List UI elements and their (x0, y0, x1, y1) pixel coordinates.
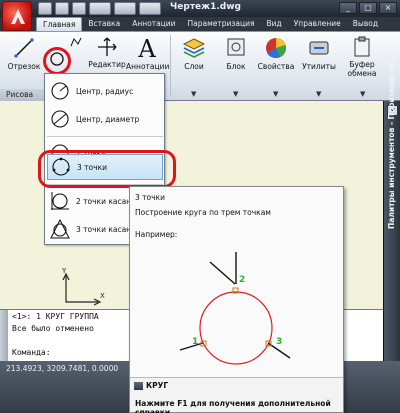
circle-center-radius-icon (51, 82, 69, 100)
menu-item-label: Центр, радиус (76, 86, 134, 96)
tooltip-command-name: КРУГ (146, 381, 169, 390)
circle-tool-highlight (43, 47, 71, 75)
utilities-dropdown-icon[interactable]: ▼ (316, 90, 321, 98)
block-label: Блок (226, 62, 246, 71)
utilities-icon (309, 41, 329, 55)
open-icon[interactable] (55, 2, 69, 15)
circle-center-diameter-icon (51, 110, 69, 128)
tab-parametric[interactable]: Параметризация (182, 17, 261, 31)
tooltip-example-label: Например: (135, 230, 178, 239)
tab-view[interactable]: Вид (261, 17, 288, 31)
menu-item-center-radius[interactable]: Центр, радиус (47, 78, 163, 104)
minimize-button[interactable]: _ (339, 2, 357, 14)
circle-2-tangents-icon (51, 192, 69, 210)
clipboard-button[interactable]: Буфер обмена (340, 36, 384, 78)
window-controls: _ □ × (339, 2, 397, 14)
ribbon-separator (170, 35, 171, 97)
edit-button[interactable]: Редактир (88, 36, 126, 69)
command-line-grip[interactable] (0, 310, 8, 362)
layers-icon (182, 38, 206, 58)
clipboard-label-line1: Буфер (349, 60, 375, 69)
line-icon (14, 38, 34, 58)
command-prompt[interactable]: Команда: (12, 348, 51, 357)
text-a-icon: A (138, 35, 156, 63)
color-wheel-icon (266, 38, 286, 58)
utilities-button[interactable]: Утилиты (300, 36, 338, 71)
redo-icon[interactable] (114, 2, 136, 15)
three-point-circle-diagram: 1 2 3 (179, 252, 291, 365)
example-circle (199, 291, 273, 365)
tool-palette-title: Палитры инструментов - Производство (387, 58, 396, 229)
command-icon (134, 382, 143, 390)
tab-home[interactable]: Главная (36, 17, 83, 31)
save-icon[interactable] (72, 2, 86, 15)
ucs-x-label: X (100, 292, 105, 300)
line-label: Отрезок (7, 62, 41, 71)
line-button[interactable]: Отрезок (6, 36, 42, 71)
document-title: Чертеж1.dwg (170, 2, 241, 12)
edit-label: Редактир (88, 60, 126, 69)
layers-button[interactable]: Слои (176, 36, 212, 71)
tooltip-title: 3 точки (135, 193, 165, 202)
ribbon-tabs: Главная Вставка Аннотации Параметризация… (36, 17, 384, 31)
layers-dropdown-icon[interactable]: ▼ (191, 90, 196, 98)
tool-palette-strip[interactable]: × Палитры инструментов - Производство (383, 58, 400, 361)
layers-label: Слои (184, 62, 204, 71)
quick-access-toolbar (38, 2, 161, 15)
clipboard-icon (354, 36, 370, 57)
cursor-coordinates[interactable]: 213.4923, 3209.7481, 0.0000 (6, 364, 118, 373)
properties-button[interactable]: Свойства (256, 36, 296, 71)
tooltip-description: Построение круга по трем точкам (135, 208, 271, 217)
ucs-axis-icon: Y X (61, 268, 105, 306)
properties-dropdown-icon[interactable]: ▼ (273, 90, 278, 98)
menu-separator (47, 136, 163, 137)
undo-icon[interactable] (89, 2, 111, 15)
utilities-label: Утилиты (302, 62, 336, 71)
title-bar: Чертеж1.dwg _ □ × (0, 0, 400, 17)
menu-item-highlight (38, 150, 176, 188)
ucs-y-label: Y (61, 268, 67, 275)
autocad-logo-icon (11, 9, 25, 24)
print-icon[interactable] (139, 2, 161, 15)
menu-item-label: Центр, диаметр (76, 114, 140, 124)
point-label-1: 1 (192, 337, 198, 347)
clipboard-dropdown-icon[interactable]: ▼ (360, 90, 365, 98)
new-icon[interactable] (38, 2, 52, 15)
command-history-line: <1>: 1 КРУГ ГРУППА (12, 312, 99, 321)
maximize-button[interactable]: □ (359, 2, 377, 14)
tab-output[interactable]: Вывод (347, 17, 384, 31)
application-menu-button[interactable] (2, 1, 32, 31)
move-icon (98, 37, 117, 56)
polyline-icon[interactable] (70, 36, 82, 50)
annotations-button[interactable]: A Аннотации (126, 35, 170, 71)
block-icon (227, 38, 245, 56)
block-button[interactable]: Блок (218, 36, 254, 71)
block-dropdown-icon[interactable]: ▼ (233, 90, 238, 98)
menu-item-center-diameter[interactable]: Центр, диаметр (47, 106, 163, 132)
tooltip-footer: КРУГ Нажмите F1 для получения дополнител… (130, 377, 343, 413)
clipboard-label-line2: обмена (347, 69, 377, 78)
properties-label: Свойства (257, 62, 295, 71)
tab-manage[interactable]: Управление (288, 17, 347, 31)
point-label-2: 2 (239, 275, 245, 285)
point-label-3: 3 (276, 337, 282, 347)
circle-3-tangents-icon (50, 218, 70, 239)
tab-annotate[interactable]: Аннотации (126, 17, 181, 31)
tooltip-panel: 3 точки Построение круга по трем точкам … (129, 186, 344, 413)
close-button[interactable]: × (379, 2, 397, 14)
tooltip-help-text: Нажмите F1 для получения дополнительной … (135, 399, 331, 413)
command-history-line: Все было отменено (12, 324, 94, 333)
tab-insert[interactable]: Вставка (82, 17, 126, 31)
annotations-label: Аннотации (126, 62, 170, 71)
